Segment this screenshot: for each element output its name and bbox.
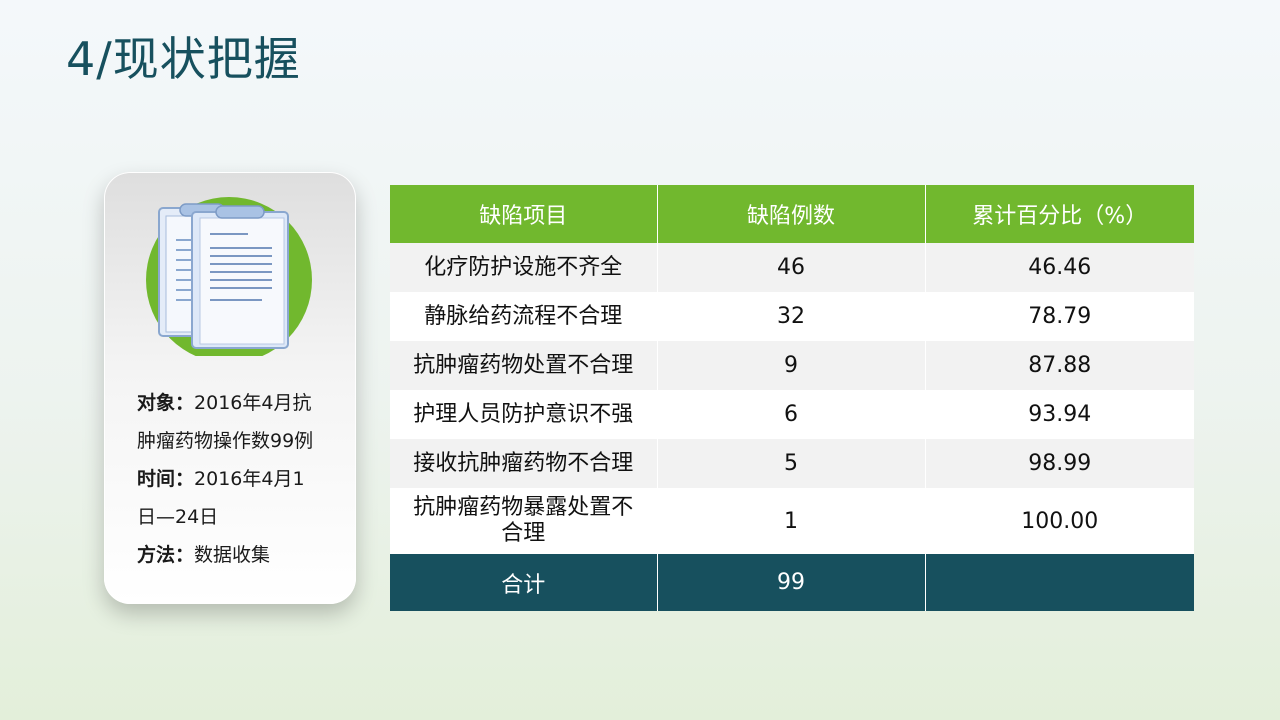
table-row: 化疗防护设施不齐全 46 46.46 bbox=[390, 243, 1194, 292]
table-header-row: 缺陷项目 缺陷例数 累计百分比（%） bbox=[390, 185, 1194, 243]
table-row: 静脉给药流程不合理 32 78.79 bbox=[390, 292, 1194, 341]
defect-item-cell: 接收抗肿瘤药物不合理 bbox=[390, 439, 658, 488]
defect-item-cell: 抗肿瘤药物暴露处置不 合理 bbox=[390, 488, 658, 554]
defect-item-cell: 护理人员防护意识不强 bbox=[390, 390, 658, 439]
header-cumulative-percent: 累计百分比（%） bbox=[972, 204, 1148, 229]
time-line: 时间：2016年4月1 bbox=[137, 460, 337, 498]
defect-count-cell: 1 bbox=[657, 488, 926, 554]
total-label-cell: 合计 bbox=[390, 554, 658, 611]
time-label: 时间： bbox=[137, 468, 195, 490]
defect-item-cell: 化疗防护设施不齐全 bbox=[390, 243, 658, 292]
table-row: 抗肿瘤药物处置不合理 9 87.88 bbox=[390, 341, 1194, 390]
defect-item-line2: 合理 bbox=[501, 521, 546, 546]
page-title: 4/现状把握 bbox=[66, 32, 301, 86]
table-row: 抗肿瘤药物暴露处置不 合理 1 100.00 bbox=[390, 488, 1194, 554]
cumulative-cell: 78.79 bbox=[1028, 304, 1092, 329]
method-line: 方法：数据收集 bbox=[137, 536, 337, 574]
info-card: 对象：2016年4月抗 肿瘤药物操作数99例 时间：2016年4月1 日—24日… bbox=[104, 172, 356, 604]
cumulative-cell: 98.99 bbox=[1028, 451, 1092, 476]
cumulative-cell: 100.00 bbox=[1021, 508, 1099, 534]
clipboard-document-icon bbox=[146, 197, 312, 356]
total-cumulative-cell bbox=[925, 554, 1194, 611]
defect-table: 缺陷项目 缺陷例数 累计百分比（%） 化疗防护设施不齐全 46 46.46 静脉… bbox=[390, 185, 1194, 611]
object-label: 对象： bbox=[137, 392, 195, 414]
time-value-line2: 日—24日 bbox=[137, 506, 219, 528]
defect-count-cell: 46 bbox=[657, 243, 926, 292]
method-label: 方法： bbox=[137, 544, 195, 566]
defect-item-cell: 抗肿瘤药物处置不合理 bbox=[390, 341, 658, 390]
table-row: 护理人员防护意识不强 6 93.94 bbox=[390, 390, 1194, 439]
time-value-line1: 2016年4月1 bbox=[194, 468, 305, 490]
defect-count-cell: 9 bbox=[657, 341, 926, 390]
object-value-line2: 肿瘤药物操作数99例 bbox=[137, 430, 314, 452]
cumulative-cell: 93.94 bbox=[1028, 402, 1092, 427]
defect-count-cell: 32 bbox=[657, 292, 926, 341]
object-value-line1: 2016年4月抗 bbox=[194, 392, 312, 414]
object-line: 对象：2016年4月抗 bbox=[137, 384, 337, 422]
cumulative-cell: 87.88 bbox=[1028, 353, 1092, 378]
defect-count-cell: 5 bbox=[657, 439, 926, 488]
header-defect-count: 缺陷例数 bbox=[657, 185, 926, 243]
method-value: 数据收集 bbox=[194, 544, 271, 566]
table-total-row: 合计 99 bbox=[390, 554, 1194, 611]
cumulative-cell: 46.46 bbox=[1028, 255, 1092, 280]
defect-count-cell: 6 bbox=[657, 390, 926, 439]
info-lines: 对象：2016年4月抗 肿瘤药物操作数99例 时间：2016年4月1 日—24日… bbox=[137, 384, 337, 574]
defect-item-line1: 抗肿瘤药物暴露处置不 bbox=[413, 495, 634, 520]
defect-item-cell: 静脉给药流程不合理 bbox=[390, 292, 658, 341]
total-count-cell: 99 bbox=[657, 554, 926, 611]
header-defect-item: 缺陷项目 bbox=[390, 185, 658, 243]
table-row: 接收抗肿瘤药物不合理 5 98.99 bbox=[390, 439, 1194, 488]
